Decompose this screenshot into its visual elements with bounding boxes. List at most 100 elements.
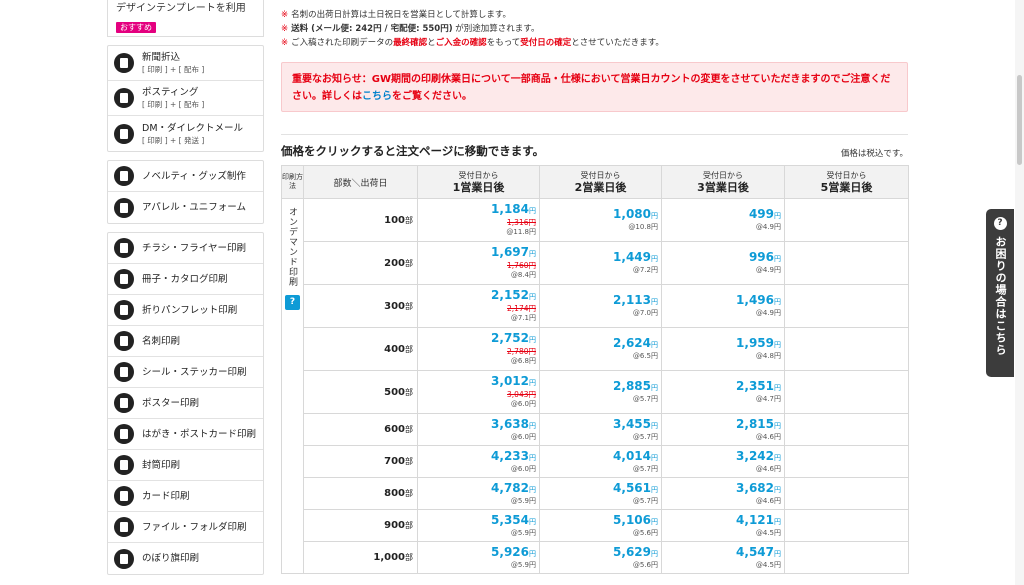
- price-cell[interactable]: 2,752円 2,780円 @6.8円: [417, 327, 540, 371]
- sidebar-item-catalog[interactable]: 冊子・カタログ印刷: [108, 264, 263, 295]
- price-yen: 円: [774, 298, 781, 306]
- price-link[interactable]: 4,561円: [540, 481, 658, 497]
- price-link[interactable]: 499円: [662, 208, 781, 223]
- sidebar-item-flyer[interactable]: チラシ・フライヤー印刷: [108, 233, 263, 264]
- note-1: ※ 名刺の出荷日計算は土日祝日を営業日として計算します。: [281, 8, 908, 22]
- price-link[interactable]: 1,449円: [540, 251, 658, 266]
- price-link[interactable]: 1,496円: [662, 294, 781, 309]
- price-cell[interactable]: 3,682円 @4.6円: [661, 477, 785, 510]
- price-link[interactable]: 2,113円: [540, 294, 658, 309]
- sidebar-item-sub: [ 印刷 ] + [ 配布 ]: [142, 65, 205, 74]
- note-emphasis: ご入金の確認: [435, 38, 487, 48]
- sidebar-item-novelty[interactable]: ノベルティ・グッズ制作: [108, 161, 263, 192]
- qty-value: 800: [384, 488, 405, 499]
- sidebar: デザインテンプレートを利用 おすすめ 新聞折込 [ 印刷 ] + [ 配布 ] ポ…: [107, 0, 264, 583]
- qty-cell: 900部: [303, 509, 418, 542]
- price-link[interactable]: 1,697円: [418, 246, 536, 261]
- price-link[interactable]: 1,080円: [540, 208, 658, 223]
- price-cell[interactable]: 3,455円 @5.7円: [539, 413, 662, 446]
- sticker-icon: [114, 362, 134, 382]
- price-cell[interactable]: 4,782円 @5.9円: [417, 477, 540, 510]
- notice-link[interactable]: こちら: [362, 91, 392, 102]
- price-cell[interactable]: 4,561円 @5.7円: [539, 477, 662, 510]
- price-cell[interactable]: 3,638円 @6.0円: [417, 413, 540, 446]
- price-link[interactable]: 4,014円: [540, 449, 658, 465]
- sidebar-item-poster[interactable]: ポスター印刷: [108, 388, 263, 419]
- price-link[interactable]: 1,184円: [418, 203, 536, 218]
- scrollbar[interactable]: [1015, 0, 1024, 585]
- sidebar-item-template[interactable]: デザインテンプレートを利用 おすすめ: [107, 0, 264, 37]
- price-link[interactable]: 2,152円: [418, 289, 536, 304]
- price-link[interactable]: 2,752円: [418, 332, 536, 347]
- sidebar-item-apparel[interactable]: アパレル・ユニフォーム: [108, 192, 263, 223]
- price-link[interactable]: 2,351円: [662, 380, 781, 395]
- price-cell[interactable]: 4,014円 @5.7円: [539, 445, 662, 478]
- price-cell[interactable]: 1,184円 1,316円 @11.8円: [417, 198, 540, 242]
- price-cell[interactable]: 1,080円 @10.8円: [539, 198, 662, 242]
- price-cell[interactable]: 1,496円 @4.9円: [661, 284, 785, 328]
- price-cell[interactable]: 4,547円 @4.5円: [661, 541, 785, 574]
- sidebar-item-newspaper[interactable]: 新聞折込 [ 印刷 ] + [ 配布 ]: [108, 46, 263, 81]
- price-cell[interactable]: 2,152円 2,174円 @7.1円: [417, 284, 540, 328]
- price-link[interactable]: 4,547円: [662, 545, 781, 561]
- price-link[interactable]: 4,121円: [662, 513, 781, 529]
- price-link[interactable]: 5,354円: [418, 513, 536, 529]
- price-cell[interactable]: 4,121円 @4.5円: [661, 509, 785, 542]
- price-link[interactable]: 1,959円: [662, 337, 781, 352]
- sidebar-item-pamphlet[interactable]: 折りパンフレット印刷: [108, 295, 263, 326]
- sidebar-item-business-card[interactable]: 名刺印刷: [108, 326, 263, 357]
- sidebar-item-folder[interactable]: ファイル・フォルダ印刷: [108, 512, 263, 543]
- price-link[interactable]: 2,624円: [540, 337, 658, 352]
- price-link[interactable]: 5,926円: [418, 545, 536, 561]
- price-cell[interactable]: 3,012円 3,043円 @6.0円: [417, 370, 540, 414]
- price-old: 1,316円: [507, 218, 536, 227]
- price-cell-empty: [784, 541, 909, 574]
- price-link[interactable]: 996円: [662, 251, 781, 266]
- price-value: 1,496: [736, 293, 774, 307]
- price-cell[interactable]: 499円 @4.9円: [661, 198, 785, 242]
- price-cell[interactable]: 1,697円 1,760円 @8.4円: [417, 241, 540, 285]
- sidebar-item-card[interactable]: カード印刷: [108, 481, 263, 512]
- sidebar-item-postcard[interactable]: はがき・ポストカード印刷: [108, 419, 263, 450]
- scroll-thumb[interactable]: [1017, 75, 1022, 165]
- sidebar-item-posting[interactable]: ポスティング [ 印刷 ] + [ 配布 ]: [108, 81, 263, 116]
- price-cell[interactable]: 2,113円 @7.0円: [539, 284, 662, 328]
- price-link[interactable]: 3,012円: [418, 375, 536, 390]
- price-cell[interactable]: 2,815円 @4.6円: [661, 413, 785, 446]
- price-link[interactable]: 4,233円: [418, 449, 536, 465]
- price-link[interactable]: 4,782円: [418, 481, 536, 497]
- price-cell[interactable]: 5,106円 @5.6円: [539, 509, 662, 542]
- price-cell[interactable]: 1,449円 @7.2円: [539, 241, 662, 285]
- sidebar-group-goods: ノベルティ・グッズ制作 アパレル・ユニフォーム: [107, 160, 264, 224]
- help-button[interactable]: ?: [285, 295, 300, 310]
- price-link[interactable]: 3,455円: [540, 417, 658, 433]
- price-link[interactable]: 3,638円: [418, 417, 536, 433]
- price-cell[interactable]: 3,242円 @4.6円: [661, 445, 785, 478]
- price-cell[interactable]: 1,959円 @4.8円: [661, 327, 785, 371]
- price-cell-empty: [784, 413, 909, 446]
- price-value: 2,113: [613, 293, 651, 307]
- price-cell[interactable]: 2,624円 @6.5円: [539, 327, 662, 371]
- price-cell[interactable]: 2,351円 @4.7円: [661, 370, 785, 414]
- price-cell[interactable]: 5,926円 @5.9円: [417, 541, 540, 574]
- price-cell[interactable]: 4,233円 @6.0円: [417, 445, 540, 478]
- price-link[interactable]: 3,242円: [662, 449, 781, 465]
- price-cell[interactable]: 5,354円 @5.9円: [417, 509, 540, 542]
- sidebar-item-envelope[interactable]: 封筒印刷: [108, 450, 263, 481]
- price-cell[interactable]: 996円 @4.9円: [661, 241, 785, 285]
- price-yen: 円: [774, 421, 781, 430]
- price-link[interactable]: 5,629円: [540, 544, 658, 561]
- sidebar-item-dm[interactable]: DM・ダイレクトメール[ 印刷 ] + [ 発送 ]: [108, 116, 263, 151]
- sidebar-item-sticker[interactable]: シール・ステッカー印刷: [108, 357, 263, 388]
- price-link[interactable]: 5,106円: [540, 513, 658, 529]
- help-tab[interactable]: ? お困りの場合はこちら: [986, 209, 1014, 377]
- price-cell[interactable]: 2,885円 @5.7円: [539, 370, 662, 414]
- price-link[interactable]: 2,885円: [540, 380, 658, 395]
- header-day-2: 受付日から 2営業日後: [539, 165, 662, 199]
- price-cell[interactable]: 5,629円 @5.6円: [539, 541, 662, 574]
- qty-unit: 部: [405, 425, 413, 434]
- price-link[interactable]: 2,815円: [662, 417, 781, 433]
- price-value: 5,629: [613, 544, 651, 559]
- sidebar-item-flag[interactable]: のぼり旗印刷: [108, 543, 263, 574]
- price-link[interactable]: 3,682円: [662, 481, 781, 497]
